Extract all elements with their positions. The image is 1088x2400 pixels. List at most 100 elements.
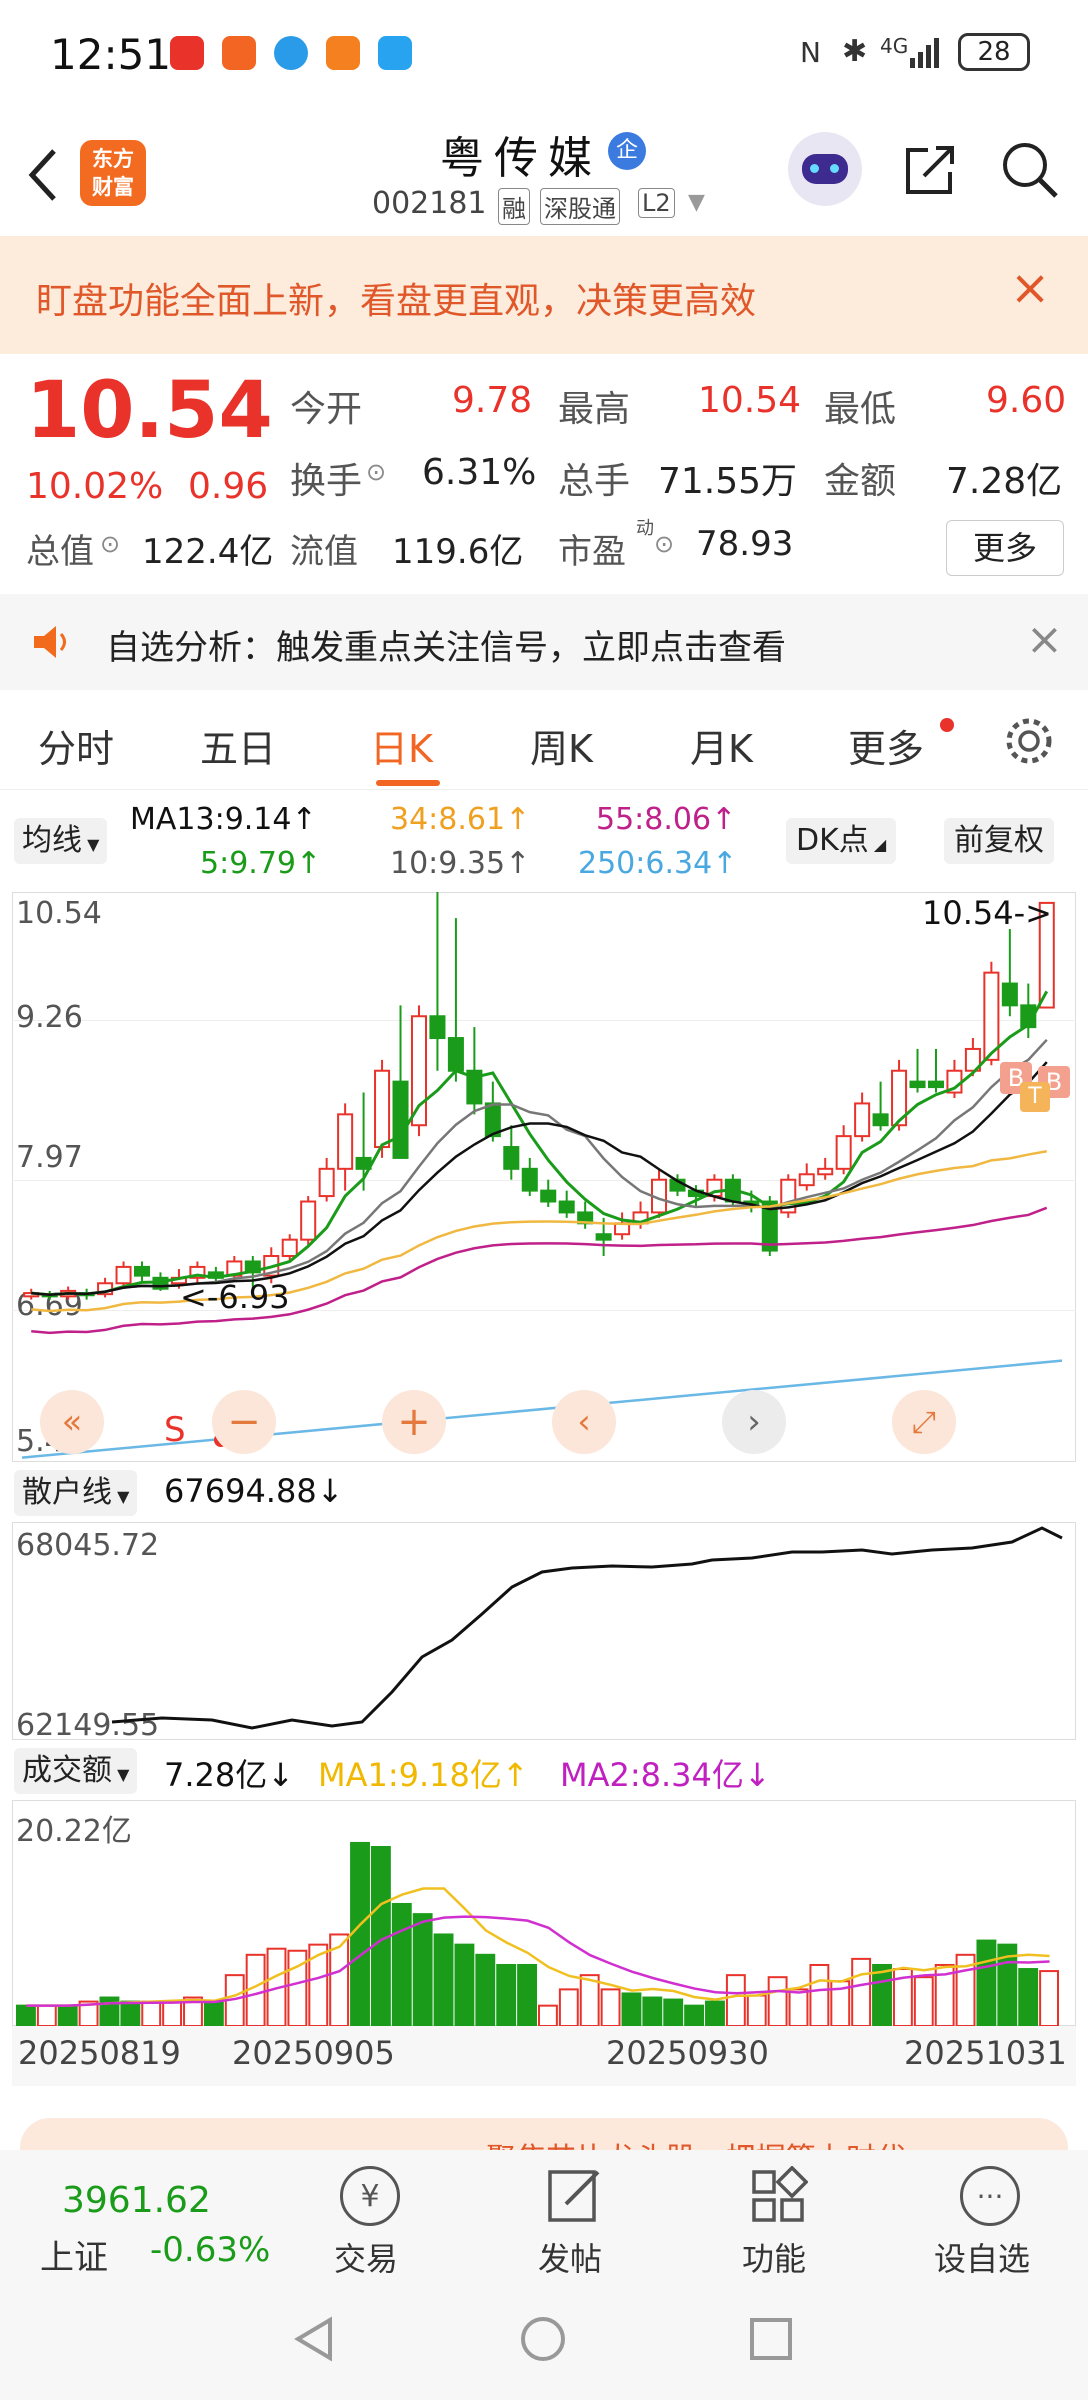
tab-monthly[interactable]: 月K [690, 718, 753, 773]
function-button[interactable]: 功能 [728, 2166, 828, 2278]
volume-bar-chart[interactable] [12, 1800, 1076, 2026]
candle-body [817, 1167, 834, 1176]
info-icon[interactable]: ⊙ [366, 458, 386, 486]
volume-bar [496, 1963, 517, 2026]
volume-bar [600, 1988, 621, 2026]
tab-daily[interactable]: 日K [370, 718, 433, 773]
volume-ma1: MA1:9.18亿↑ [318, 1756, 529, 1794]
badge-line: 财富 [92, 175, 134, 199]
promo-text: 聚焦芯片龙头股，把握算力时代 [486, 2134, 906, 2150]
date-label: 20250930 [606, 2034, 769, 2072]
nav-back-icon[interactable] [290, 2314, 340, 2364]
volume-label: 总手 [558, 461, 631, 502]
settings-gear-icon[interactable] [1002, 714, 1056, 768]
trade-button[interactable]: ¥ 交易 [320, 2166, 420, 2278]
candle-body [392, 1080, 409, 1159]
retail-line-chart[interactable] [12, 1522, 1076, 1740]
assistant-robot-icon[interactable] [788, 132, 862, 206]
volume-bar [705, 2000, 725, 2026]
min-price-marker: <-6.93 [180, 1278, 290, 1316]
stock-name: 粤传媒 [440, 133, 602, 184]
volume-bar [913, 1976, 934, 2026]
volume-select-label: 成交额 [22, 1753, 112, 1788]
volume-bar [872, 1963, 892, 2026]
dk-label: DK点 [796, 823, 869, 858]
ma13-value: MA13:9.14↑ [130, 802, 317, 837]
clock: 12:51 [50, 30, 172, 79]
ma-select-label: 均线 [22, 823, 82, 858]
tab-weekly[interactable]: 周K [530, 718, 593, 773]
volume-select[interactable]: 成交额 ▼ [14, 1748, 138, 1794]
pe-value: 78.93 [696, 524, 794, 564]
volume-bar [663, 1998, 684, 2026]
dk-button[interactable]: DK点 ◢ [786, 818, 897, 864]
volume-bar [141, 2000, 162, 2026]
index-name[interactable]: 上证 [40, 2230, 108, 2279]
tab-more[interactable]: 更多 [848, 718, 924, 773]
volume-bar [558, 1988, 579, 2026]
grid-icon [752, 2166, 808, 2222]
t-marker[interactable]: T [1020, 1082, 1050, 1112]
ma-select[interactable]: 均线 ▼ [14, 818, 108, 864]
share-icon[interactable] [900, 140, 960, 200]
index-change[interactable]: -0.63% [150, 2230, 270, 2270]
add-watchlist-button[interactable]: ··· 设自选 [930, 2166, 1050, 2278]
quote-panel: 10.54 10.02% 0.96 今开 9.78 最高 10.54 最低 9.… [0, 354, 1088, 594]
app-notif-icon [222, 36, 256, 70]
change-amount: 0.96 [188, 466, 269, 507]
notice-bar[interactable]: 自选分析：触发重点关注信号，立即点击查看 × [0, 594, 1088, 690]
close-icon[interactable]: × [1010, 260, 1050, 316]
volume-bar [36, 2004, 57, 2026]
low-label: 最低 [824, 389, 897, 430]
status-bar: 12:51 N ✱ 4G 28 [0, 0, 1088, 110]
info-icon[interactable]: ⊙ [100, 530, 120, 558]
fullscreen-icon[interactable]: ⤢ [892, 1390, 956, 1454]
volume-value: 7.28亿↓ [164, 1756, 295, 1794]
nav-recents-icon[interactable] [746, 2314, 796, 2364]
close-icon[interactable]: × [1026, 614, 1063, 665]
volume-bar [57, 2004, 78, 2026]
volume-bar [684, 2004, 705, 2026]
volume-bar [203, 2000, 224, 2026]
search-icon[interactable] [998, 138, 1062, 202]
retail-select[interactable]: 散户线 ▼ [14, 1470, 138, 1516]
zoom-in-icon[interactable]: + [382, 1390, 446, 1454]
index-value[interactable]: 3961.62 [62, 2180, 211, 2221]
post-label: 发帖 [538, 2240, 603, 2278]
volume-bar [788, 1988, 809, 2026]
nav-home-icon[interactable] [518, 2314, 568, 2364]
scroll-left-icon[interactable]: ‹ [552, 1390, 616, 1454]
sell-marker[interactable]: S [164, 1410, 186, 1450]
ma34-value: 34:8.61↑ [390, 802, 531, 837]
candle-body [983, 971, 1000, 1061]
open-value: 9.78 [452, 380, 533, 421]
fq-button[interactable]: 前复权 [944, 818, 1054, 864]
feature-banner[interactable]: 盯盘功能全面上新，看盘更直观，决策更高效 × [0, 236, 1088, 354]
max-price-marker: 10.54-> [922, 894, 1052, 932]
tab-minute[interactable]: 分时 [38, 718, 114, 773]
more-button[interactable]: 更多 [946, 520, 1064, 576]
zoom-out-icon[interactable]: − [212, 1390, 276, 1454]
pe-label: 市盈 [558, 532, 626, 572]
tab-5day[interactable]: 五日 [200, 718, 276, 773]
high-label: 最高 [558, 389, 631, 430]
app-notif-icon [378, 36, 412, 70]
promo-strip[interactable]: 聚焦芯片龙头股，把握算力时代 [20, 2118, 1068, 2150]
volume-bar [454, 1943, 475, 2026]
scroll-start-icon[interactable]: « [40, 1390, 104, 1454]
kline-chart[interactable] [12, 892, 1076, 1462]
candle-body [281, 1238, 298, 1258]
info-icon[interactable]: ⊙ [654, 530, 674, 558]
app-logo-badge[interactable]: 东方 财富 [80, 140, 146, 206]
volume-bar [517, 1963, 537, 2026]
scroll-right-icon[interactable]: › [722, 1390, 786, 1454]
red-dot [940, 718, 954, 732]
dropdown-icon[interactable]: ▼ [688, 190, 705, 215]
candle-body [521, 1167, 538, 1192]
candle-body [1001, 982, 1018, 1007]
ma5-value: 5:9.79↑ [200, 846, 322, 881]
notice-text: 自选分析：触发重点关注信号，立即点击查看 [106, 628, 786, 668]
post-button[interactable]: 发帖 [524, 2166, 624, 2278]
tab-indicator [376, 780, 440, 786]
back-arrow-icon[interactable] [22, 145, 62, 205]
